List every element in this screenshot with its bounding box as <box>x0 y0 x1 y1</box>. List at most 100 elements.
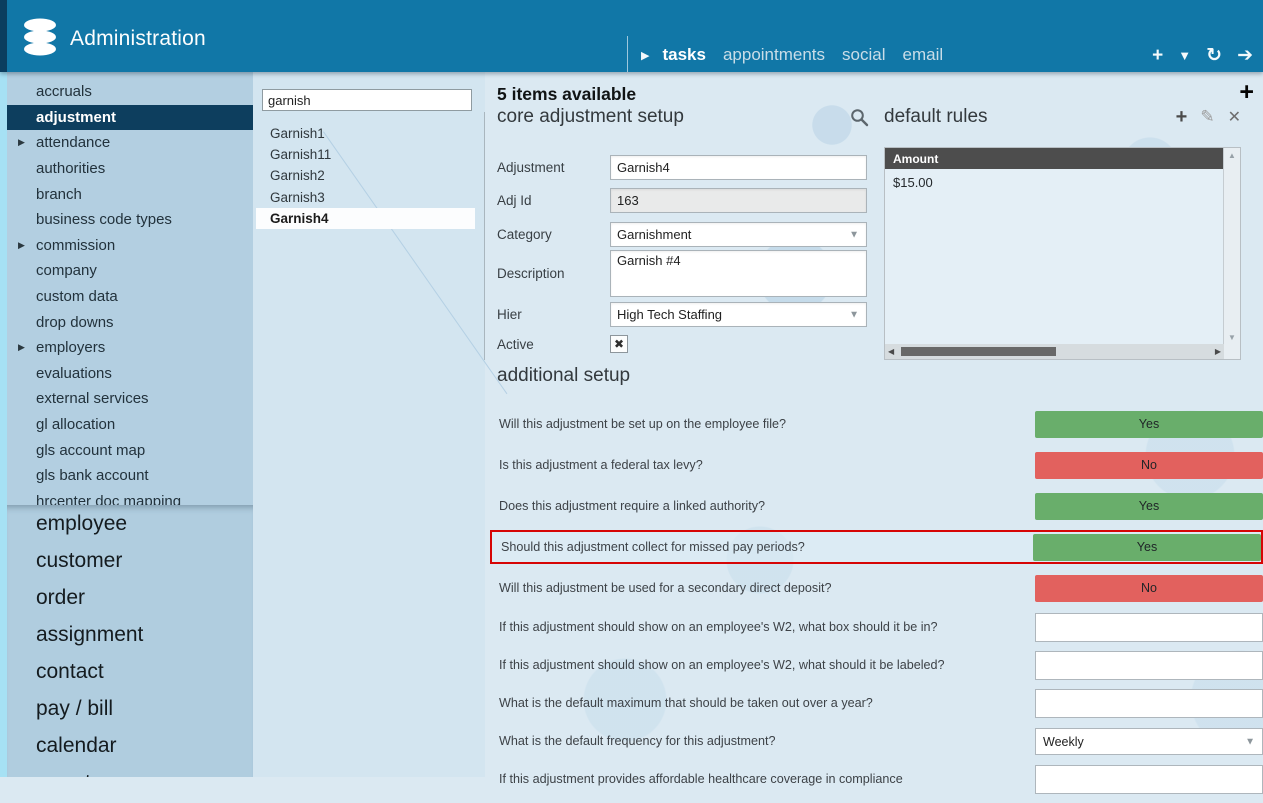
list-item-garnish3[interactable]: Garnish3 <box>256 187 475 208</box>
question-text: Will this adjustment be set up on the em… <box>499 416 787 431</box>
sidebar-item-gls-account-map[interactable]: gls account map <box>7 437 253 463</box>
scroll-right-icon[interactable]: ▶ <box>1215 347 1221 356</box>
add-rule-icon[interactable]: + <box>1176 107 1188 127</box>
frequency-select[interactable]: Weekly ▼ <box>1035 728 1263 755</box>
filter-icon[interactable]: ▼ <box>1178 46 1191 66</box>
sidebar-item-commission[interactable]: ▶ commission <box>7 233 253 259</box>
sidebar-item-adjustment[interactable]: adjustment <box>7 104 253 131</box>
expand-arrow-icon: ▶ <box>18 342 25 353</box>
sidebar-item-label: accruals <box>36 83 92 101</box>
answer-input[interactable] <box>1035 689 1263 718</box>
question-control: Weekly ▼ <box>1035 728 1263 755</box>
question-text: If this adjustment should show on an emp… <box>499 620 938 634</box>
question-row: Will this adjustment be used for a secon… <box>485 574 1263 602</box>
sidebar-section-calendar[interactable]: calendar <box>7 727 253 764</box>
vertical-scrollbar[interactable]: ▲ ▼ <box>1223 148 1240 359</box>
question-control: No <box>1035 574 1263 602</box>
default-rules-grid: Amount $15.00 ▲ ▼ ◀ ▶ <box>884 147 1241 360</box>
category-label: Category <box>497 227 552 242</box>
add-icon[interactable]: + <box>1152 46 1163 66</box>
items-available-count: 5 items available <box>497 84 637 104</box>
sidebar-section-pay-bill[interactable]: pay / bill <box>7 690 253 727</box>
sidebar-item-custom-data[interactable]: custom data <box>7 284 253 310</box>
sidebar-item-label: employers <box>36 339 106 357</box>
sidebar-item-company[interactable]: company <box>7 258 253 284</box>
sidebar-item-gl-allocation[interactable]: gl allocation <box>7 412 253 438</box>
question-control <box>1035 765 1263 794</box>
list-item-garnish1[interactable]: Garnish1 <box>256 123 475 144</box>
scroll-left-icon[interactable]: ◀ <box>888 347 894 356</box>
page-title: Administration <box>70 27 206 50</box>
sidebar-item-label: attendance <box>36 134 111 152</box>
sidebar: accruals adjustment ▶ attendance authorities… <box>0 72 253 777</box>
question-row: Will this adjustment be set up on the em… <box>485 410 1263 438</box>
nav-item-tasks[interactable]: tasks <box>662 45 705 65</box>
adj-id-field <box>610 188 867 213</box>
sidebar-section-order[interactable]: order <box>7 579 253 616</box>
question-row: If this adjustment provides affordable h… <box>485 765 1263 794</box>
sidebar-item-label: evaluations <box>36 364 112 382</box>
sidebar-item-accruals[interactable]: accruals <box>7 79 253 105</box>
rule-row[interactable]: $15.00 <box>885 175 1240 190</box>
toggle-yes-button[interactable]: Yes <box>1035 410 1263 438</box>
nav-item-email[interactable]: email <box>903 45 944 65</box>
sidebar-section-assignment[interactable]: assignment <box>7 616 253 653</box>
sidebar-item-label: gls account map <box>36 441 146 459</box>
search-panel: Garnish1Garnish11Garnish2Garnish3Garnish… <box>253 72 508 777</box>
list-item-garnish2[interactable]: Garnish2 <box>256 165 475 186</box>
scroll-up-icon[interactable]: ▲ <box>1224 151 1240 160</box>
toggle-yes-button[interactable]: Yes <box>1035 492 1263 520</box>
hier-select[interactable]: High Tech Staffing ▼ <box>610 302 867 327</box>
search-input[interactable] <box>262 89 472 111</box>
sidebar-section-customer[interactable]: customer <box>7 542 253 579</box>
sidebar-item-hrcenter-doc-mapping[interactable]: hrcenter doc mapping <box>7 489 253 505</box>
question-row-highlighted: Should this adjustment collect for misse… <box>490 530 1263 564</box>
sidebar-item-evaluations[interactable]: evaluations <box>7 361 253 387</box>
horizontal-scrollbar[interactable]: ◀ ▶ <box>885 344 1224 359</box>
sidebar-item-label: drop downs <box>36 313 114 331</box>
sidebar-item-attendance[interactable]: ▶ attendance <box>7 130 253 156</box>
answer-input[interactable] <box>1035 613 1263 642</box>
scrollbar-thumb[interactable] <box>901 347 1056 356</box>
nav-item-social[interactable]: social <box>842 45 885 65</box>
sidebar-section-employee[interactable]: employee <box>7 505 253 542</box>
sidebar-section-reports[interactable]: reports <box>7 764 253 778</box>
toggle-no-button[interactable]: No <box>1035 451 1263 479</box>
sidebar-item-external-services[interactable]: external services <box>7 386 253 412</box>
sidebar-item-business-code-types[interactable]: business code types <box>7 207 253 233</box>
answer-input[interactable] <box>1035 765 1263 794</box>
active-label: Active <box>497 336 534 352</box>
nav-item-appointments[interactable]: appointments <box>723 45 825 65</box>
description-field[interactable]: Garnish #4 <box>610 250 867 297</box>
search-icon[interactable] <box>850 108 869 127</box>
chevron-down-icon: ▼ <box>849 308 859 320</box>
toggle-no-button[interactable]: No <box>1035 574 1263 602</box>
active-checkbox[interactable]: ✖ <box>610 335 628 353</box>
sidebar-item-employers[interactable]: ▶ employers <box>7 335 253 361</box>
list-item-garnish11[interactable]: Garnish11 <box>256 144 475 165</box>
sidebar-section-contact[interactable]: contact <box>7 653 253 690</box>
scroll-down-icon[interactable]: ▼ <box>1224 333 1240 342</box>
question-row: If this adjustment should show on an emp… <box>485 651 1263 680</box>
additional-setup-title: additional setup <box>497 365 631 386</box>
expand-arrow-icon: ▶ <box>18 239 25 250</box>
edit-rule-icon[interactable]: ✎ <box>1200 107 1214 127</box>
sidebar-item-label: business code types <box>36 211 172 229</box>
adjustment-field[interactable] <box>610 155 867 180</box>
question-control <box>1035 689 1263 718</box>
delete-rule-icon[interactable]: ✕ <box>1228 107 1241 127</box>
sidebar-item-drop-downs[interactable]: drop downs <box>7 309 253 335</box>
list-item-garnish4[interactable]: Garnish4 <box>256 207 475 229</box>
sidebar-item-branch[interactable]: branch <box>7 181 253 207</box>
refresh-icon[interactable]: ↻ <box>1206 46 1222 66</box>
question-text: If this adjustment should show on an emp… <box>499 658 945 672</box>
sidebar-edge-strip <box>0 72 7 777</box>
add-adjustment-button[interactable]: + <box>1239 80 1254 105</box>
forward-icon[interactable]: ➔ <box>1237 46 1253 66</box>
sidebar-item-authorities[interactable]: authorities <box>7 156 253 182</box>
toggle-yes-button[interactable]: Yes <box>1033 533 1261 561</box>
category-select[interactable]: Garnishment ▼ <box>610 222 867 247</box>
sidebar-item-gls-bank-account[interactable]: gls bank account <box>7 463 253 489</box>
answer-input[interactable] <box>1035 651 1263 680</box>
header-divider <box>627 36 628 72</box>
